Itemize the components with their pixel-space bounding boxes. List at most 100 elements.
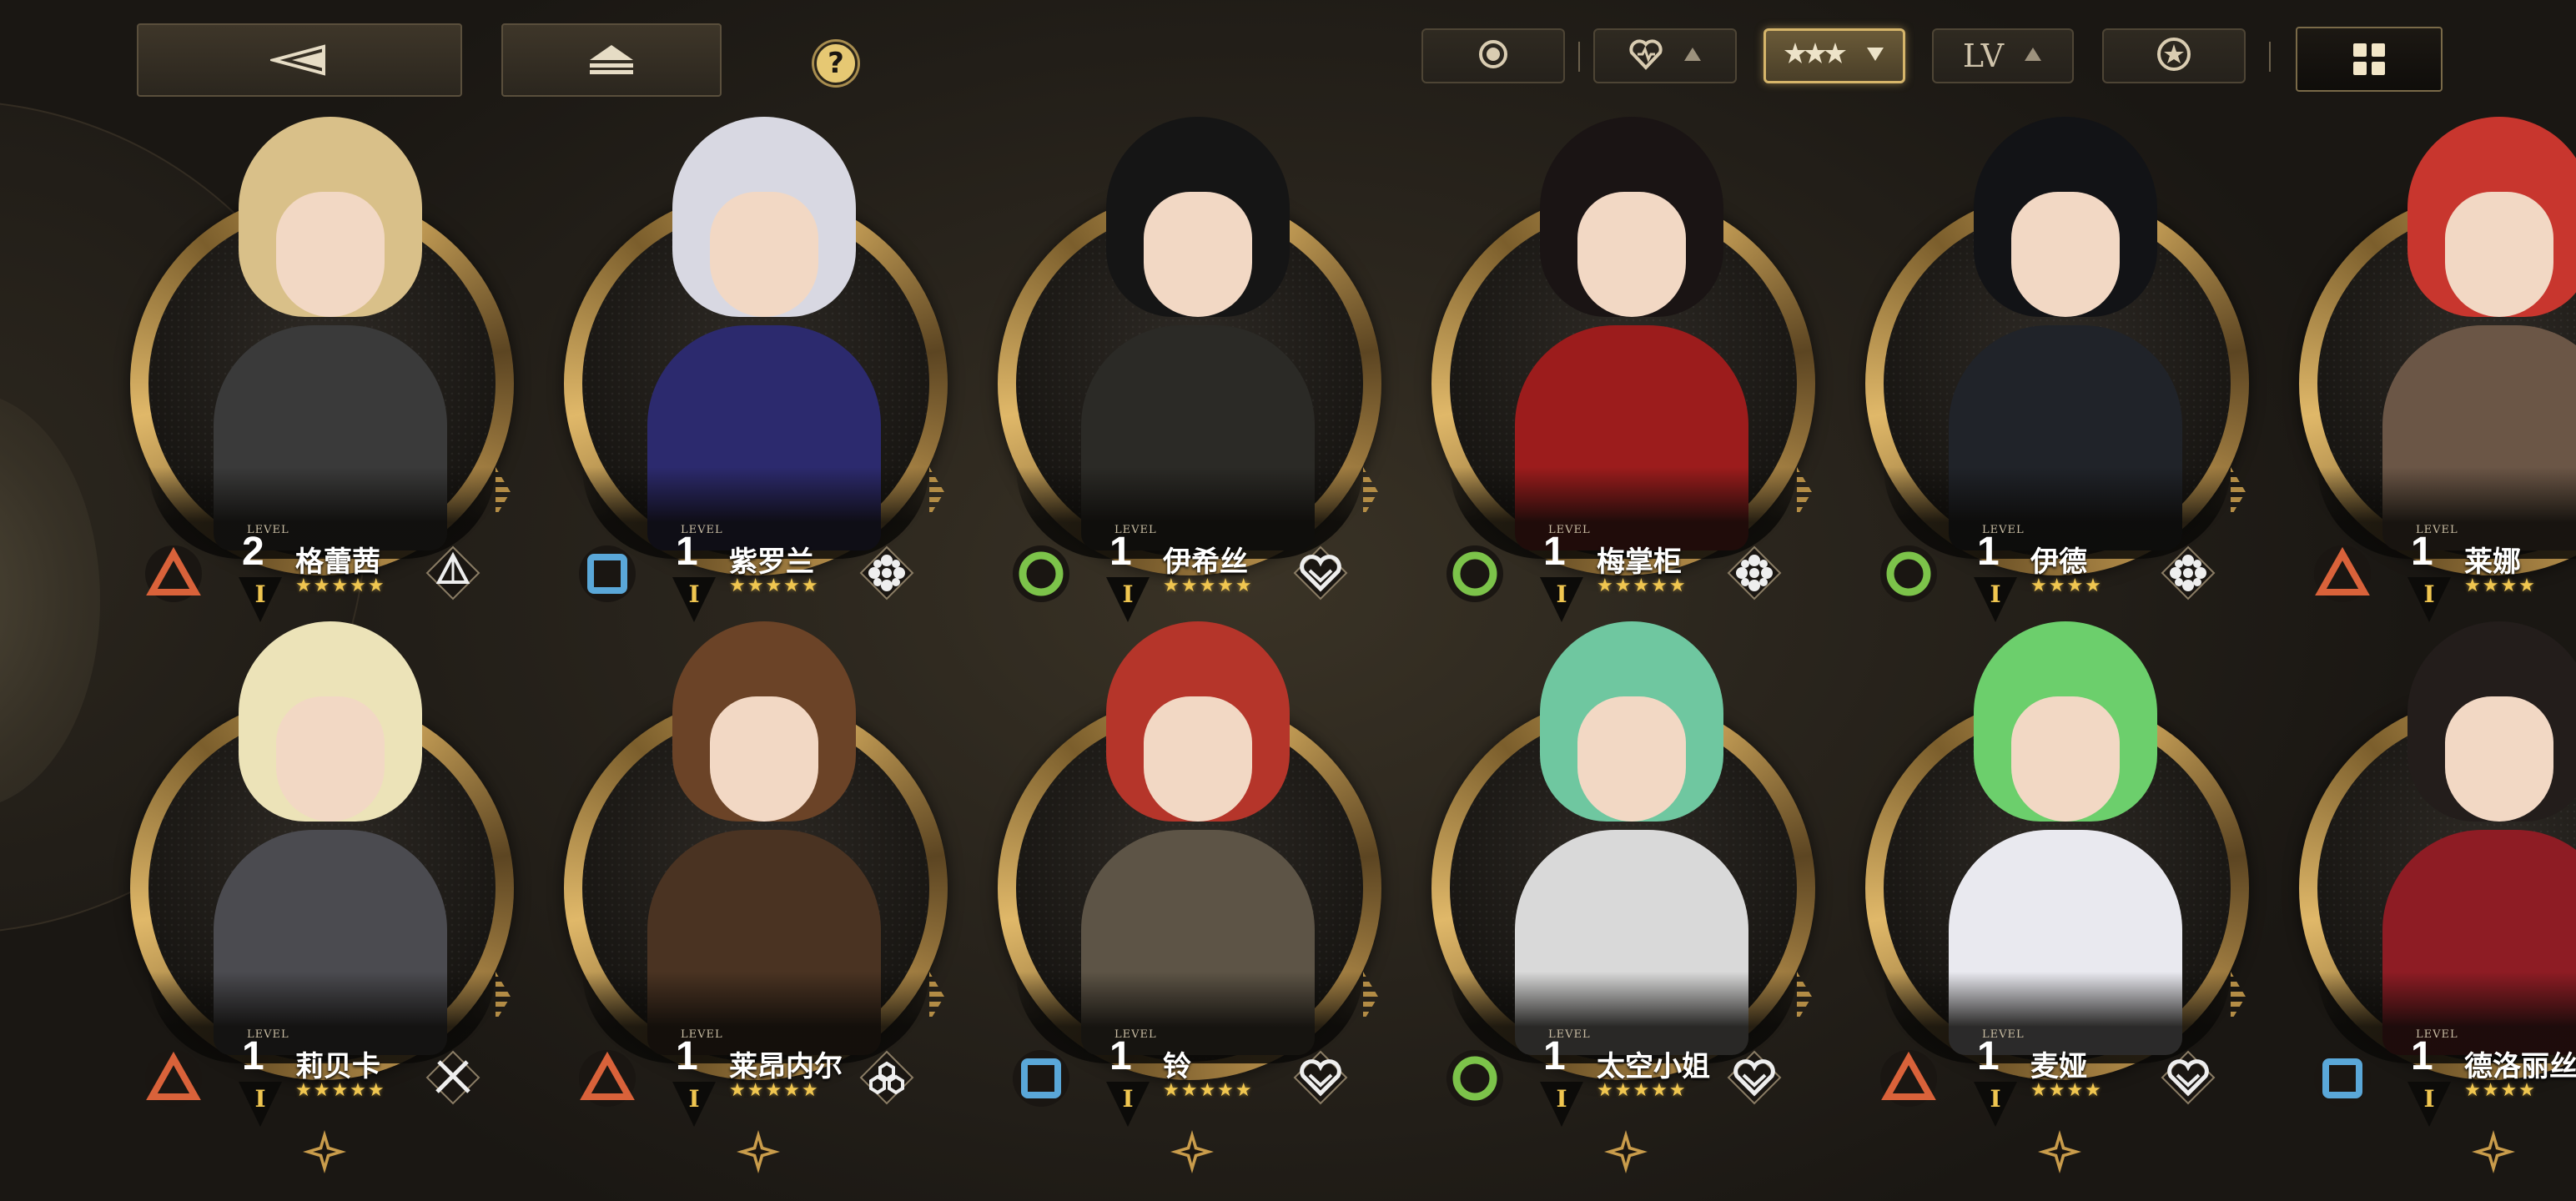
rank-value: I — [1556, 1085, 1567, 1113]
crystal-flower-icon — [1725, 544, 1784, 606]
star-rating: ★★★★★ — [295, 1080, 386, 1101]
rank-value: I — [688, 580, 700, 608]
level-value: 1 — [2411, 1034, 2433, 1078]
star-rating: ★★★★ — [2464, 575, 2537, 596]
element-triangle-icon — [577, 1048, 637, 1112]
frame-tick-decoration — [929, 467, 944, 517]
filter-level-button[interactable]: LV — [1932, 28, 2074, 83]
back-button[interactable] — [137, 23, 462, 97]
diamond-ornament-icon — [1602, 1128, 1649, 1178]
filter-favorite-button[interactable] — [2102, 28, 2246, 83]
level-value: 1 — [1109, 1034, 1132, 1078]
element-square-icon — [577, 544, 637, 607]
character-card[interactable]: LEVEL 1 莱昂内尔 ★★★★★ I — [564, 621, 956, 1173]
level-value: 2 — [242, 530, 264, 574]
level-value: 1 — [676, 530, 698, 574]
rank-badge: I — [1106, 577, 1150, 622]
star-badge-icon — [2156, 36, 2192, 76]
filter-affinity-button[interactable] — [1593, 28, 1737, 83]
eject-sort-icon — [586, 43, 636, 77]
rank-value: I — [254, 1085, 266, 1113]
star-rating: ★★★★ — [2030, 1080, 2103, 1101]
sort-ascending-arrow-icon — [1683, 46, 1703, 66]
star-rating: ★★★★★ — [729, 1080, 820, 1101]
character-card[interactable]: LEVEL 1 莉贝卡 ★★★★★ I — [130, 621, 522, 1173]
filter-rarity-button[interactable] — [1763, 28, 1905, 83]
heart-knot-icon — [1291, 544, 1350, 606]
sort-order-button[interactable] — [501, 23, 722, 97]
star-rating: ★★★★ — [2464, 1080, 2537, 1101]
element-circle-icon — [1445, 544, 1505, 607]
character-card[interactable]: LEVEL 1 德洛丽丝 ★★★★ I — [2299, 621, 2576, 1173]
heart-knot-icon — [1291, 1048, 1350, 1110]
character-card[interactable]: LEVEL 1 紫罗兰 ★★★★★ I — [564, 117, 956, 669]
crystal-flower-icon — [858, 544, 916, 606]
star-rating: ★★★★ — [2030, 575, 2103, 596]
diamond-ornament-icon — [2036, 1128, 2083, 1178]
rank-badge: I — [2407, 577, 2451, 622]
diamond-ornament-icon — [301, 1128, 348, 1178]
character-name: 莉贝卡 — [295, 1050, 380, 1083]
rank-badge: I — [1974, 1082, 2017, 1127]
diamond-ornament-icon — [2470, 1128, 2517, 1178]
character-roster-screen: ? LV LEVEL 2 格蕾茜 ★★★★★ I LEVEL 1 紫罗兰 ★★★… — [0, 0, 2576, 1201]
crystal-flower-icon — [2159, 544, 2217, 606]
rank-badge: I — [239, 1082, 282, 1127]
character-name: 紫罗兰 — [729, 545, 814, 579]
back-triangle-icon — [270, 43, 329, 77]
element-triangle-icon — [143, 1048, 204, 1112]
rank-value: I — [1990, 1085, 2001, 1113]
character-name: 格蕾茜 — [295, 545, 380, 579]
star-rating: ★★★★★ — [1163, 1080, 1254, 1101]
help-button[interactable]: ? — [814, 42, 858, 85]
frame-tick-decoration — [1363, 467, 1378, 517]
sort-descending-arrow-icon — [1865, 46, 1885, 66]
character-card[interactable]: LEVEL 1 伊希丝 ★★★★★ I — [998, 117, 1390, 669]
grid-view-button[interactable] — [2296, 27, 2443, 92]
element-circle-icon — [1011, 544, 1071, 607]
rank-value: I — [2423, 580, 2435, 608]
character-name: 铃 — [1163, 1050, 1191, 1083]
level-value: 1 — [1543, 530, 1566, 574]
rank-value: I — [1122, 1085, 1134, 1113]
rank-value: I — [1990, 580, 2001, 608]
character-card[interactable]: LEVEL 2 格蕾茜 ★★★★★ I — [130, 117, 522, 669]
hex-cluster-icon — [858, 1048, 916, 1110]
level-value: 1 — [1543, 1034, 1566, 1078]
character-card[interactable]: LEVEL 1 梅掌柜 ★★★★★ I — [1431, 117, 1824, 669]
heart-icon — [1628, 38, 1664, 74]
rank-badge: I — [1106, 1082, 1150, 1127]
element-square-icon — [1011, 1048, 1071, 1112]
character-card[interactable]: LEVEL 1 铃 ★★★★★ I — [998, 621, 1390, 1173]
element-triangle-icon — [1879, 1048, 1939, 1112]
character-card[interactable]: LEVEL 1 太空小姐 ★★★★★ I — [1431, 621, 1824, 1173]
rank-badge: I — [2407, 1082, 2451, 1127]
toolbar-divider — [2269, 42, 2271, 72]
star-rating: ★★★★★ — [1163, 575, 1254, 596]
star-rating: ★★★★★ — [729, 575, 820, 596]
element-triangle-icon — [2312, 544, 2372, 607]
rank-value: I — [1556, 580, 1567, 608]
filter-level-label: LV — [1962, 38, 2005, 74]
heart-knot-icon — [1725, 1048, 1784, 1110]
filter-attribute-button[interactable] — [1421, 28, 1565, 83]
character-card[interactable]: LEVEL 1 伊德 ★★★★ I — [1865, 117, 2257, 669]
character-name: 梅掌柜 — [1597, 545, 1682, 579]
stars-icon — [1784, 39, 1847, 73]
element-circle-icon — [1445, 1048, 1505, 1112]
crossed-swords-icon — [424, 1048, 482, 1110]
character-card[interactable]: LEVEL 1 莱娜 ★★★★ I — [2299, 117, 2576, 669]
level-value: 1 — [1977, 1034, 2000, 1078]
element-triangle-icon — [143, 544, 204, 607]
rank-value: I — [1122, 580, 1134, 608]
character-card[interactable]: LEVEL 1 麦娅 ★★★★ I — [1865, 621, 2257, 1173]
star-rating: ★★★★★ — [1597, 1080, 1688, 1101]
diamond-ornament-icon — [1169, 1128, 1215, 1178]
level-value: 1 — [2411, 530, 2433, 574]
character-name: 莱昂内尔 — [729, 1050, 843, 1083]
level-value: 1 — [242, 1034, 264, 1078]
frame-tick-decoration — [2231, 972, 2246, 1022]
rank-value: I — [688, 1085, 700, 1113]
level-value: 1 — [1109, 530, 1132, 574]
frame-tick-decoration — [496, 467, 511, 517]
